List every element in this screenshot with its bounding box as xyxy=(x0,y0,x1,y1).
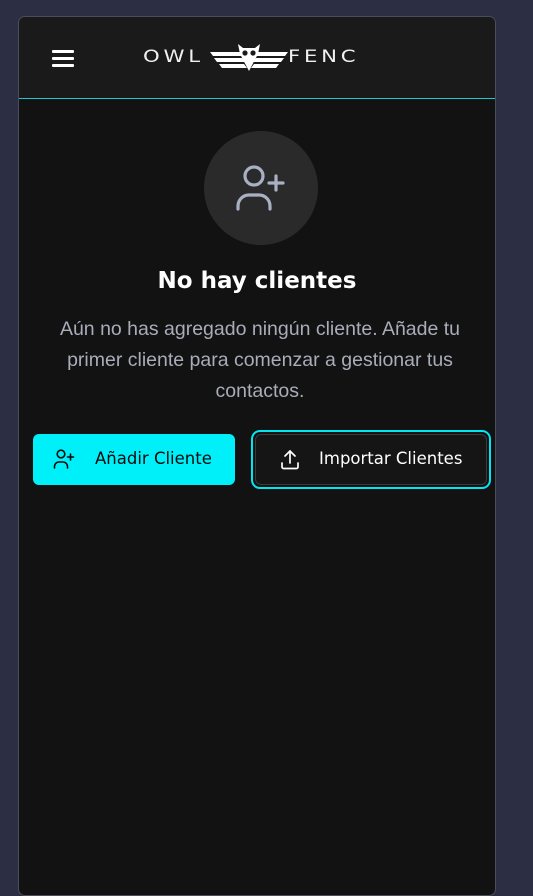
empty-description: Aún no has agregado ningún cliente. Añad… xyxy=(59,318,461,402)
user-plus-icon xyxy=(236,165,285,211)
menu-icon-bar xyxy=(52,64,74,67)
menu-icon-bar xyxy=(52,50,74,53)
brand-logo[interactable]: OWL FENC xyxy=(143,43,379,73)
user-plus-icon xyxy=(53,449,75,469)
menu-button[interactable] xyxy=(52,48,74,68)
add-client-label: Añadir Cliente xyxy=(95,449,212,468)
logo-text-left: OWL xyxy=(143,47,204,67)
import-clients-label: Importar Clientes xyxy=(319,449,463,468)
app-header: OWL FENC xyxy=(19,17,495,99)
import-button-body: Importar Clientes xyxy=(255,434,487,485)
empty-avatar xyxy=(204,131,318,245)
import-clients-button[interactable]: Importar Clientes xyxy=(251,430,491,489)
add-client-button[interactable]: Añadir Cliente xyxy=(33,434,235,485)
menu-icon-bar xyxy=(52,57,74,60)
owl-emblem-icon xyxy=(210,44,288,71)
empty-title: No hay clientes xyxy=(157,268,357,294)
upload-icon xyxy=(281,450,299,470)
logo-text-right: FENC xyxy=(288,47,360,67)
app-window: OWL FENC No hay clientes Aún no has agre… xyxy=(18,16,496,896)
